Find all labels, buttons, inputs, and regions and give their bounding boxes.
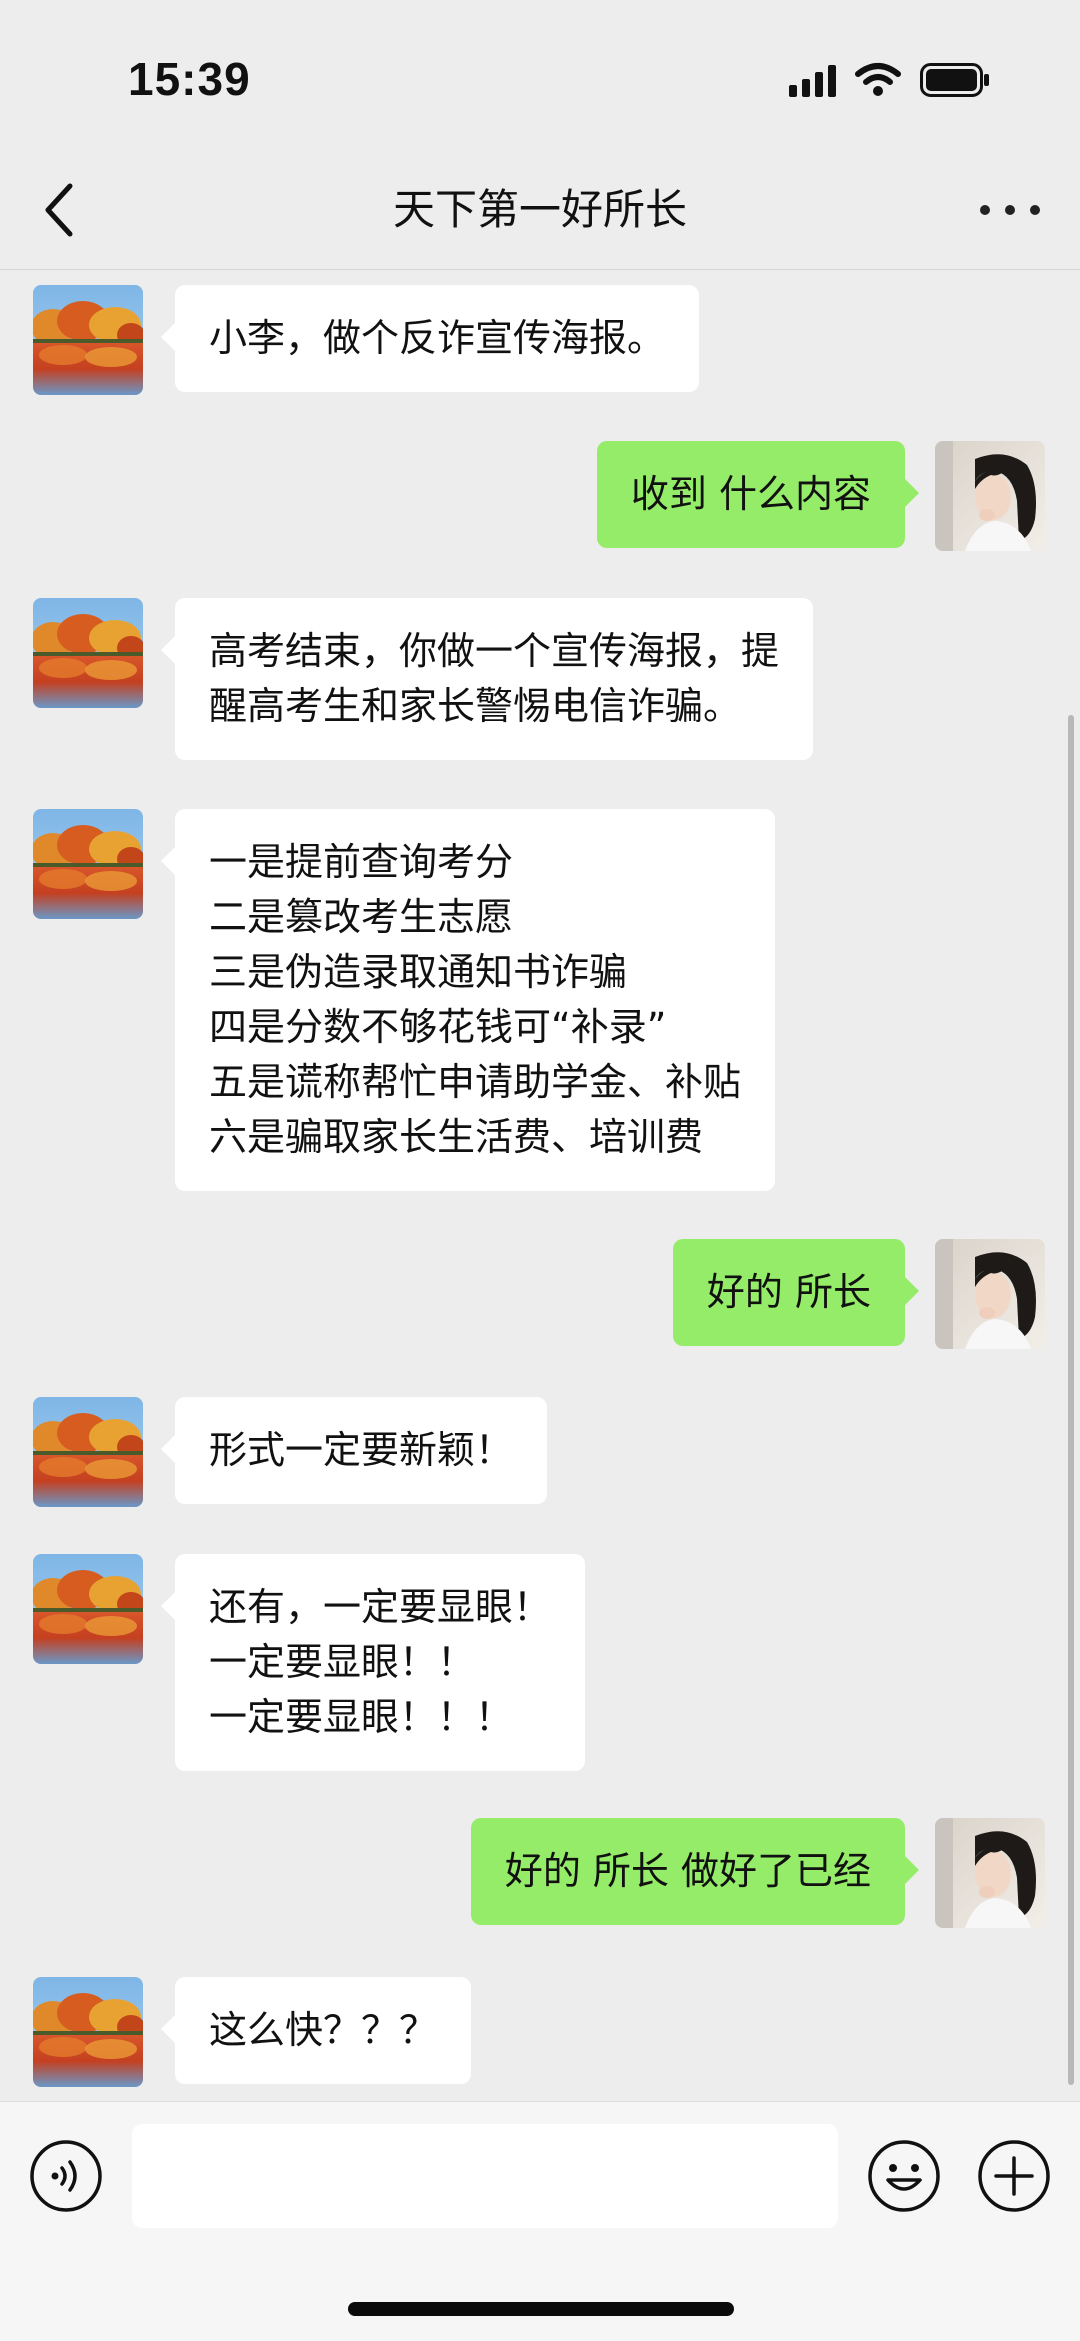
contact-avatar[interactable] (33, 1554, 143, 1664)
message-bubble[interactable]: 好的 所长 做好了已经 (470, 1818, 920, 1925)
message-input[interactable] (132, 2124, 838, 2228)
more-options-icon[interactable] (980, 196, 1040, 224)
message-bubble[interactable]: 一是提前查询考分 二是篡改考生志愿 三是伪造录取通知书诈骗 四是分数不够花钱可“… (160, 809, 776, 1191)
contact-avatar[interactable] (33, 1977, 143, 2087)
signal-icon (789, 63, 836, 97)
my-avatar[interactable] (935, 1818, 1045, 1928)
my-avatar[interactable] (935, 441, 1045, 551)
status-time: 15:39 (128, 53, 251, 105)
contact-avatar[interactable] (33, 1397, 143, 1507)
contact-avatar[interactable] (33, 598, 143, 708)
message-bubble[interactable]: 好的 所长 (672, 1239, 920, 1346)
message-bubble[interactable]: 形式一定要新颖！ (160, 1397, 548, 1504)
message-bubble[interactable]: 高考结束，你做一个宣传海报，提 醒高考生和家长警惕电信诈骗。 (160, 598, 814, 760)
chat-header: 天下第一好所长 (0, 150, 1080, 270)
message-bubble[interactable]: 还有，一定要显眼！ 一定要显眼！！ 一定要显眼！！！ (160, 1554, 586, 1771)
contact-avatar[interactable] (33, 809, 143, 919)
chat-title: 天下第一好所长 (392, 185, 687, 234)
status-bar: 15:39 (0, 0, 1080, 150)
emoji-icon[interactable] (866, 2138, 942, 2214)
message-bubble[interactable]: 小李，做个反诈宣传海报。 (160, 285, 700, 392)
message-bubble[interactable]: 收到 什么内容 (596, 441, 920, 548)
plus-icon[interactable] (976, 2138, 1052, 2214)
message-bubble[interactable]: 这么快？？？ (160, 1977, 472, 2084)
battery-icon (920, 63, 989, 97)
wifi-icon (855, 63, 901, 96)
voice-icon[interactable] (28, 2138, 104, 2214)
contact-avatar[interactable] (33, 285, 143, 395)
my-avatar[interactable] (935, 1239, 1045, 1349)
scrollbar[interactable] (1068, 715, 1074, 2085)
home-indicator[interactable] (348, 2302, 734, 2316)
message-list[interactable]: 小李，做个反诈宣传海报。 收到 什么内容 高考结束，你做一个宣传海报，提 醒高考… (0, 271, 1080, 2101)
status-icons (789, 60, 990, 100)
